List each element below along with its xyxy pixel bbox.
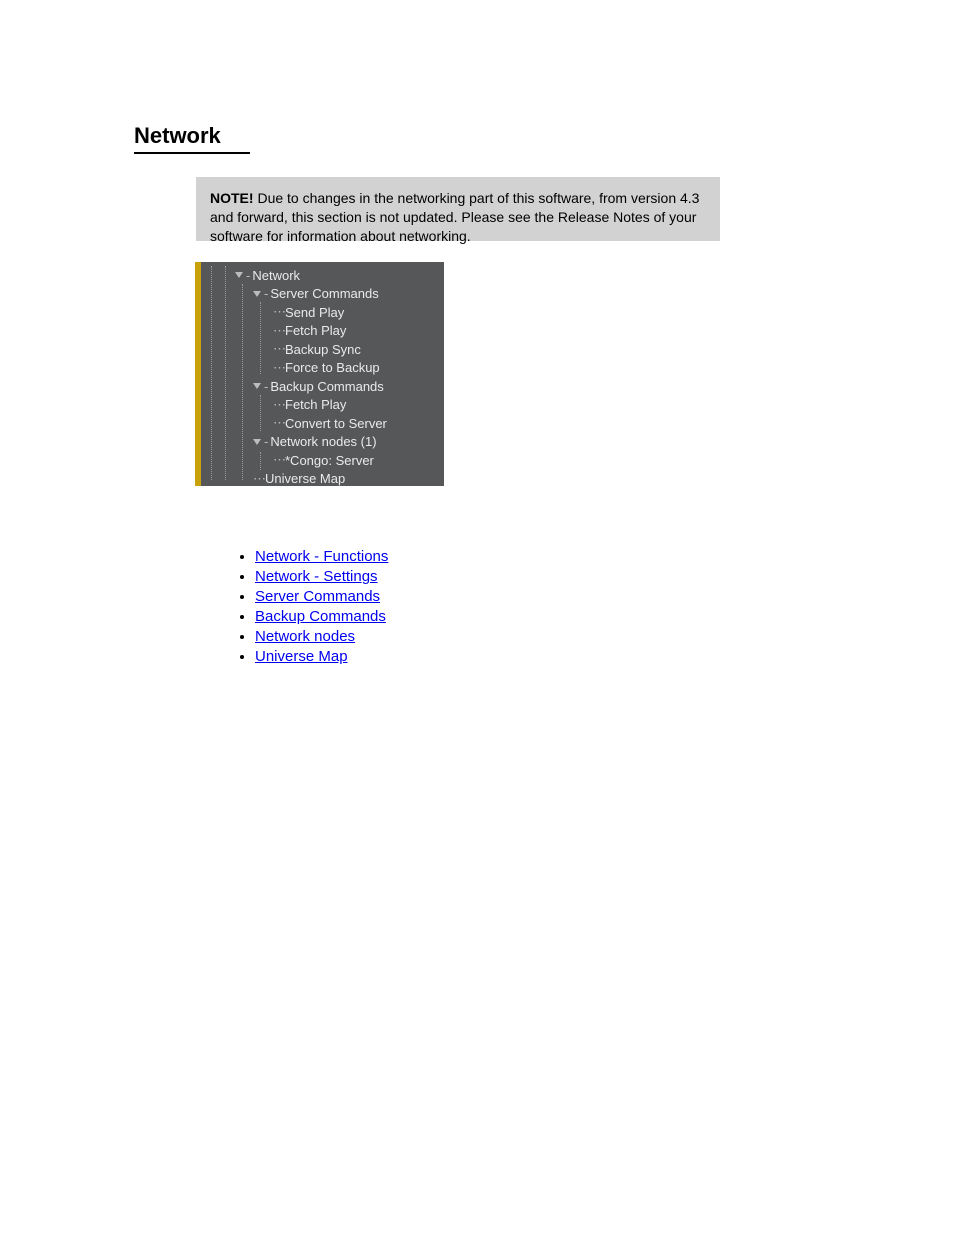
tree-node-server-commands[interactable]: - Server Commands	[201, 285, 444, 304]
network-tree: - Network - Server Commands ⋯ Send Play …	[195, 262, 444, 486]
list-item: Network - Settings	[255, 568, 388, 585]
tree-label: Force to Backup	[285, 360, 380, 375]
chevron-down-icon	[253, 291, 261, 297]
note-body: Due to changes in the networking part of…	[210, 190, 699, 244]
list-item: Backup Commands	[255, 608, 388, 625]
link-backup-commands[interactable]: Backup Commands	[255, 608, 386, 625]
related-links: Network - Functions Network - Settings S…	[227, 548, 388, 668]
tree-leaf-send-play[interactable]: ⋯ Send Play	[201, 303, 444, 322]
list-item: Server Commands	[255, 588, 388, 605]
page-heading: Network	[134, 123, 221, 149]
tree-dash: -	[264, 379, 268, 394]
tree-branch-icon: ⋯	[273, 360, 283, 376]
tree-label: Fetch Play	[285, 397, 346, 412]
tree-node-network-nodes[interactable]: - Network nodes (1)	[201, 433, 444, 452]
tree-dash: -	[246, 268, 250, 283]
tree-leaf-universe-map[interactable]: ⋯ Universe Map	[201, 470, 444, 487]
link-network-settings[interactable]: Network - Settings	[255, 568, 378, 585]
tree-branch-icon: ⋯	[273, 304, 283, 320]
tree-branch-icon: ⋯	[273, 415, 283, 431]
tree-label: Server Commands	[270, 286, 378, 301]
tree-label: Convert to Server	[285, 416, 387, 431]
tree-label: *Congo: Server	[285, 453, 374, 468]
tree-leaf-congo-server[interactable]: ⋯ *Congo: Server	[201, 451, 444, 470]
tree-label: Fetch Play	[285, 323, 346, 338]
tree-leaf-force-to-backup[interactable]: ⋯ Force to Backup	[201, 359, 444, 378]
tree-branch-icon: ⋯	[273, 341, 283, 357]
tree-branch-icon: ⋯	[253, 471, 263, 486]
tree-node-backup-commands[interactable]: - Backup Commands	[201, 377, 444, 396]
chevron-down-icon	[253, 383, 261, 389]
tree-branch-icon: ⋯	[273, 323, 283, 339]
tree-guide	[260, 452, 261, 470]
link-network-functions[interactable]: Network - Functions	[255, 548, 388, 565]
list-item: Network nodes	[255, 628, 388, 645]
note-label: NOTE!	[210, 190, 254, 206]
chevron-down-icon	[235, 272, 243, 278]
tree-guide	[260, 302, 261, 374]
tree-label: Backup Sync	[285, 342, 361, 357]
heading-underline	[134, 152, 250, 154]
note-box: NOTE! Due to changes in the networking p…	[196, 177, 720, 241]
tree-guide	[260, 395, 261, 431]
tree-label: Send Play	[285, 305, 344, 320]
tree-dash: -	[264, 434, 268, 449]
tree-label: Network	[252, 268, 300, 283]
tree-label: Universe Map	[265, 471, 345, 486]
tree-label: Network nodes (1)	[270, 434, 376, 449]
tree-label: Backup Commands	[270, 379, 383, 394]
tree-dash: -	[264, 286, 268, 301]
link-server-commands[interactable]: Server Commands	[255, 588, 380, 605]
tree-leaf-fetch-play[interactable]: ⋯ Fetch Play	[201, 322, 444, 341]
tree-leaf-fetch-play-2[interactable]: ⋯ Fetch Play	[201, 396, 444, 415]
tree-leaf-backup-sync[interactable]: ⋯ Backup Sync	[201, 340, 444, 359]
tree-guide	[211, 266, 212, 480]
chevron-down-icon	[253, 439, 261, 445]
tree-node-network[interactable]: - Network	[201, 266, 444, 285]
tree-leaf-convert-to-server[interactable]: ⋯ Convert to Server	[201, 414, 444, 433]
tree-branch-icon: ⋯	[273, 397, 283, 413]
tree-guide	[225, 266, 226, 480]
tree-guide	[242, 284, 243, 480]
list-item: Network - Functions	[255, 548, 388, 565]
list-item: Universe Map	[255, 648, 388, 665]
tree-branch-icon: ⋯	[273, 452, 283, 468]
link-universe-map[interactable]: Universe Map	[255, 648, 348, 665]
link-network-nodes[interactable]: Network nodes	[255, 628, 355, 645]
